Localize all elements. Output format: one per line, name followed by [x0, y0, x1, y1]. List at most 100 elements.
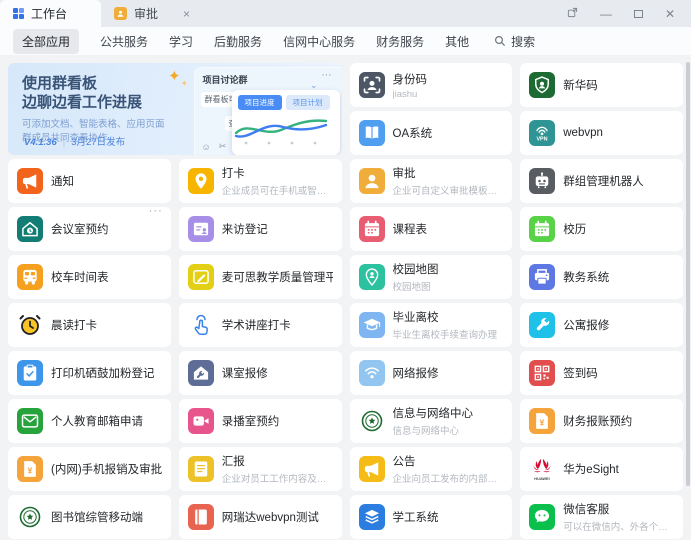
app-tile-text: 晨读打卡: [51, 317, 97, 333]
app-tile-35[interactable]: 学工系统: [350, 495, 513, 539]
app-tile-21[interactable]: 打印机硒鼓加粉登记: [8, 351, 171, 395]
app-tile-26[interactable]: 录播室预约: [179, 399, 342, 443]
mini-line-chart: [232, 112, 332, 146]
video-camera-icon: [188, 408, 214, 434]
app-tile-2[interactable]: 新华码: [520, 63, 683, 107]
nav-public-services[interactable]: 公共服务: [100, 33, 148, 50]
app-tile-text: 签到码: [563, 365, 598, 381]
app-tile-20[interactable]: 公寓报修: [520, 303, 683, 347]
app-tile-36[interactable]: 微信客服可以在微信内、外各个场景中...: [520, 495, 683, 539]
app-tile-5[interactable]: 通知: [8, 159, 171, 203]
app-tile-3[interactable]: OA系统: [350, 111, 513, 155]
app-tile-text: 审批企业可自定义审批模板，实现...: [393, 165, 504, 197]
app-label: 会议室预约: [51, 221, 109, 237]
seal-icon: [17, 504, 43, 530]
close-window-icon[interactable]: ✕: [665, 7, 675, 21]
nav-study[interactable]: 学习: [169, 33, 193, 50]
app-tile-16[interactable]: 教务系统: [520, 255, 683, 299]
app-tile-19[interactable]: 毕业离校毕业生离校手续查询办理: [350, 303, 513, 347]
svg-text:¥: ¥: [540, 418, 545, 428]
nav-logistics[interactable]: 后勤服务: [214, 33, 262, 50]
book-cover-icon: [188, 504, 214, 530]
pin-icon: [188, 168, 214, 194]
tab-workbench[interactable]: 工作台: [0, 0, 101, 27]
app-tile-text: 个人教育邮箱申请: [51, 413, 143, 429]
app-tile-34[interactable]: 网瑞达webvpn测试: [179, 495, 342, 539]
wifi-hand-icon: [359, 360, 385, 386]
tab-approval[interactable]: 审批 ×: [101, 0, 203, 27]
app-tile-text: 校车时间表: [51, 269, 109, 285]
app-tile-8[interactable]: 群组管理机器人: [520, 159, 683, 203]
app-tile-25[interactable]: 个人教育邮箱申请: [8, 399, 171, 443]
app-tile-13[interactable]: 校车时间表: [8, 255, 171, 299]
app-tile-text: 打卡企业成员可在手机或智慧考勤...: [222, 165, 333, 197]
app-tile-6[interactable]: 打卡企业成员可在手机或智慧考勤...: [179, 159, 342, 203]
app-tile-15[interactable]: 校园地图校园地图: [350, 255, 513, 299]
app-tile-14[interactable]: 麦可思教学质量管理平台: [179, 255, 342, 299]
search-button[interactable]: 搜索: [494, 33, 535, 50]
nav-other[interactable]: 其他: [445, 33, 469, 50]
app-label: 打印机硒鼓加粉登记: [51, 365, 155, 381]
app-label: 微信客服: [563, 501, 674, 517]
printer-icon: [529, 264, 555, 290]
banner-title-line2: 边聊边看工作进展: [22, 91, 142, 112]
nav-finance[interactable]: 财务服务: [376, 33, 424, 50]
approval-app-icon: [114, 7, 127, 20]
app-tile-12[interactable]: 校历: [520, 207, 683, 251]
app-tile-28[interactable]: ¥ 财务报账预约: [520, 399, 683, 443]
app-tile-text: 通知: [51, 173, 74, 189]
app-tile-29[interactable]: ¥(内网)手机报销及审批系统: [8, 447, 171, 491]
app-label: 教务系统: [563, 269, 609, 285]
app-label: 录播室预约: [222, 413, 280, 429]
app-tile-text: webvpn: [563, 127, 603, 139]
person-icon: [359, 168, 385, 194]
app-tile-9[interactable]: 会议室预约 ···: [8, 207, 171, 251]
app-tile-4[interactable]: VPN webvpn: [520, 111, 683, 155]
app-tile-11[interactable]: 课程表: [350, 207, 513, 251]
app-tile-text: 校历: [563, 221, 586, 237]
nav-network-center[interactable]: 信网中心服务: [283, 33, 355, 50]
vpn-icon: VPN: [529, 120, 555, 146]
app-tile-23[interactable]: 网络报修: [350, 351, 513, 395]
app-tile-text: 网瑞达webvpn测试: [222, 509, 319, 525]
popout-icon[interactable]: [567, 7, 578, 21]
app-tile-31[interactable]: 公告企业向员工发布的内部重要通...: [350, 447, 513, 491]
app-subtitle: 企业成员可在手机或智慧考勤...: [222, 183, 333, 197]
app-tile-32[interactable]: HUAWEI华为eSight: [520, 447, 683, 491]
app-subtitle: 可以在微信内、外各个场景中...: [563, 519, 674, 533]
qr-icon: [529, 360, 555, 386]
app-tile-17[interactable]: 晨读打卡: [8, 303, 171, 347]
clipboard-icon: [17, 360, 43, 386]
app-tile-text: 教务系统: [563, 269, 609, 285]
nav-all-apps[interactable]: 全部应用: [13, 29, 79, 54]
app-tile-10[interactable]: 来访登记: [179, 207, 342, 251]
wrench-icon: [529, 312, 555, 338]
app-tile-33[interactable]: 图书馆综管移动端: [8, 495, 171, 539]
wechat-icon: [529, 504, 555, 530]
person-scan-icon: [359, 72, 385, 98]
app-label: 网瑞达webvpn测试: [222, 509, 319, 525]
app-tile-22[interactable]: 课室报修: [179, 351, 342, 395]
app-tile-text: 课室报修: [222, 365, 268, 381]
book-icon: [359, 120, 385, 146]
minimize-icon[interactable]: —: [600, 7, 612, 21]
close-tab-icon[interactable]: ×: [183, 8, 190, 20]
banner-version: V4.1.36|3月27日发布: [24, 134, 125, 148]
app-subtitle: 企业向员工发布的内部重要通...: [393, 471, 504, 485]
app-tile-7[interactable]: 审批企业可自定义审批模板，实现...: [350, 159, 513, 203]
app-tile-text: 财务报账预约: [563, 413, 632, 429]
category-nav: 全部应用 公共服务 学习 后勤服务 信网中心服务 财务服务 其他 搜索: [0, 27, 691, 55]
app-tile-18[interactable]: 学术讲座打卡: [179, 303, 342, 347]
app-tile-24[interactable]: 签到码: [520, 351, 683, 395]
more-icon[interactable]: ···: [149, 207, 163, 217]
scrollbar-thumb[interactable]: [686, 62, 690, 486]
megaphone-icon: [17, 168, 43, 194]
app-tile-30[interactable]: 汇报企业对员工工作内容及过程的...: [179, 447, 342, 491]
app-tile-1[interactable]: 身份码jiashu: [350, 63, 513, 107]
promo-banner[interactable]: 使用群看板 边聊边看工作进展 可添加文档、智能表格、应用页面 群成员共同查看协作…: [8, 63, 342, 155]
maximize-icon[interactable]: [634, 10, 643, 18]
app-tile-27[interactable]: 信息与网络中心信息与网络中心: [350, 399, 513, 443]
app-label: 校历: [563, 221, 586, 237]
board-tab-plan: 项目计划: [286, 95, 330, 110]
megaphone-icon: [359, 456, 385, 482]
